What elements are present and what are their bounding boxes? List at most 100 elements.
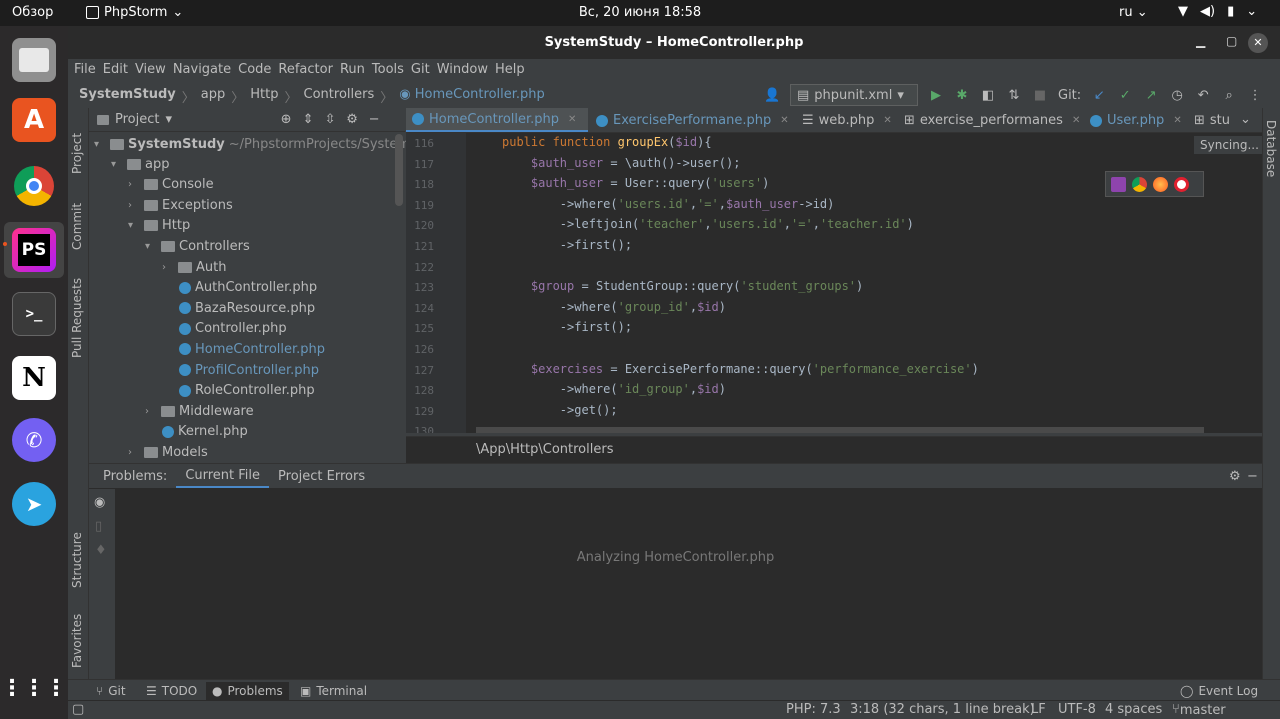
phpstorm-dock-icon[interactable]: PS — [12, 228, 56, 272]
event-log-button[interactable]: ◯ Event Log — [1174, 682, 1264, 700]
minimize-icon[interactable]: ▁ — [1196, 34, 1205, 48]
git-update-icon[interactable]: ↙ — [1091, 88, 1107, 103]
menu-run[interactable]: Run — [340, 59, 372, 82]
hide-icon[interactable]: − — [1238, 469, 1258, 484]
opera-icon[interactable] — [1174, 176, 1189, 192]
chrome-icon[interactable] — [1132, 176, 1147, 192]
chevron-right-icon[interactable]: › — [128, 200, 140, 211]
menu-file[interactable]: File — [74, 59, 103, 82]
chevron-right-icon[interactable]: › — [162, 262, 174, 273]
tree-file[interactable]: AuthController.php — [179, 278, 317, 298]
system-tray[interactable]: ▼ ◀) ▮ ⌄ — [1178, 4, 1257, 19]
tree-folder[interactable]: › Middleware — [145, 401, 254, 421]
chevron-right-icon[interactable]: › — [128, 179, 140, 190]
breadcrumb-file[interactable]: ◉ HomeController.php — [399, 87, 545, 106]
notion-icon[interactable]: N — [12, 356, 56, 400]
menu-git[interactable]: Git — [411, 59, 437, 82]
search-icon[interactable]: ⌕ — [1221, 88, 1237, 103]
caret-position[interactable]: 3:18 (32 chars, 1 line break) — [850, 702, 1035, 717]
code-line[interactable]: ->where('users.id','=',$auth_user->id) — [502, 197, 835, 211]
code-line[interactable]: ->where('group_id',$id) — [502, 300, 726, 314]
code-line[interactable]: public function groupEx($id){ — [502, 135, 712, 149]
tree-folder[interactable]: › Console — [128, 175, 214, 195]
code-line[interactable]: $exercises = ExercisePerformane::query('… — [502, 362, 979, 376]
tool-tab-problems[interactable]: ● Problems — [206, 682, 289, 700]
collapse-all-icon[interactable]: ⇳ — [322, 112, 338, 127]
horizontal-scrollbar[interactable] — [476, 427, 1204, 433]
close-icon[interactable]: ✕ — [1072, 115, 1080, 126]
tab-project-errors[interactable]: Project Errors — [269, 469, 374, 484]
clock[interactable]: Вс, 20 июня 18:58 — [579, 5, 701, 20]
breadcrumb-app[interactable]: app — [201, 87, 225, 106]
terminal-icon[interactable]: >_ — [12, 292, 56, 336]
tree-scrollbar[interactable] — [395, 134, 403, 206]
app-menu[interactable]: PhpStorm ⌄ — [86, 5, 183, 20]
tool-tab-git[interactable]: ⑂ Git — [90, 682, 132, 700]
tree-folder[interactable]: › Models — [128, 442, 208, 462]
show-apps-icon[interactable]: ⋮⋮⋮ — [1, 666, 67, 710]
line-separator[interactable]: LF — [1031, 702, 1046, 717]
files-icon[interactable] — [12, 38, 56, 82]
close-icon[interactable]: ✕ — [883, 115, 891, 126]
chevron-down-icon[interactable]: ▾ — [111, 159, 123, 170]
close-icon[interactable]: ✕ — [1248, 33, 1268, 53]
firefox-icon[interactable] — [1153, 176, 1168, 192]
tab-stu[interactable]: ⊞ stu — [1188, 108, 1244, 132]
breadcrumb-project[interactable]: SystemStudy — [79, 87, 176, 106]
hide-icon[interactable]: − — [366, 112, 382, 127]
user-icon[interactable]: 👤 — [764, 88, 780, 103]
chevron-down-icon[interactable]: ⌄ — [1240, 112, 1251, 127]
php-version[interactable]: PHP: 7.3 — [786, 702, 841, 717]
namespace-crumb[interactable]: \App\Http\Controllers — [476, 442, 613, 457]
tree-root[interactable]: ▾ SystemStudy ~/PhpstormProjects/System — [94, 134, 410, 154]
code-line[interactable]: $auth_user = User::query('users') — [502, 176, 769, 190]
tool-tab-todo[interactable]: ☰ TODO — [140, 682, 203, 700]
tab-current-file[interactable]: Current File — [176, 464, 270, 488]
tab-user[interactable]: User.php ✕ — [1084, 108, 1188, 132]
rollback-icon[interactable]: ↶ — [1195, 88, 1211, 103]
close-icon[interactable]: ✕ — [568, 114, 576, 125]
menu-refactor[interactable]: Refactor — [278, 59, 340, 82]
software-center-icon[interactable]: A — [12, 98, 56, 142]
locate-icon[interactable]: ⊕ — [278, 112, 294, 127]
tool-tab-pull-requests[interactable]: Pull Requests — [70, 278, 84, 358]
tool-tab-terminal[interactable]: ▣ Terminal — [294, 682, 373, 700]
code-line[interactable]: $auth_user = \auth()->user(); — [502, 156, 741, 170]
chrome-icon[interactable] — [12, 164, 56, 208]
tree-folder[interactable]: ▾ Http — [128, 216, 190, 236]
code-line[interactable]: ->first(); — [502, 238, 632, 252]
close-icon[interactable]: ✕ — [1173, 115, 1181, 126]
chevron-down-icon[interactable]: ▾ — [128, 220, 140, 231]
menu-view[interactable]: View — [135, 59, 173, 82]
viber-icon[interactable]: ✆ — [12, 418, 56, 462]
menu-edit[interactable]: Edit — [103, 59, 135, 82]
tool-tab-favorites[interactable]: Favorites — [70, 614, 84, 668]
git-push-icon[interactable]: ↗ — [1143, 88, 1159, 103]
telegram-icon[interactable]: ➤ — [12, 482, 56, 526]
tree-file[interactable]: RoleController.php — [179, 381, 315, 401]
code-line[interactable]: ->leftjoin('teacher','users.id','=','tea… — [502, 217, 914, 231]
menu-window[interactable]: Window — [437, 59, 495, 82]
chevron-down-icon[interactable]: ▾ — [145, 241, 157, 252]
tab-web[interactable]: ☰ web.php ✕ — [796, 108, 896, 132]
code-line[interactable]: ->first(); — [502, 320, 632, 334]
menu-tools[interactable]: Tools — [372, 59, 411, 82]
chevron-right-icon[interactable]: › — [128, 447, 140, 458]
code-line[interactable]: $group = StudentGroup::query('student_gr… — [502, 279, 863, 293]
tree-file[interactable]: HomeController.php — [179, 339, 325, 359]
tree-file[interactable]: BazaResource.php — [179, 298, 315, 318]
tool-tab-commit[interactable]: Commit — [70, 203, 84, 250]
project-view-select[interactable]: Project — [115, 112, 159, 127]
close-icon[interactable]: ✕ — [780, 115, 788, 126]
indent-setting[interactable]: 4 spaces — [1105, 702, 1162, 717]
run-icon[interactable]: ▶ — [928, 88, 944, 103]
toggle-panels-icon[interactable]: ▢ — [72, 702, 84, 717]
tab-exercise-performanes[interactable]: ⊞ exercise_performanes ✕ — [898, 108, 1082, 132]
expand-all-icon[interactable]: ⇕ — [300, 112, 316, 127]
coverage-icon[interactable]: ◧ — [980, 88, 996, 103]
activities-button[interactable]: Обзор — [12, 5, 53, 20]
keyboard-layout[interactable]: ru ⌄ — [1119, 5, 1148, 20]
file-icon[interactable]: ▯ — [95, 519, 102, 534]
gear-icon[interactable]: ⚙ — [1220, 469, 1241, 484]
tool-tab-database[interactable]: Database — [1264, 120, 1278, 177]
